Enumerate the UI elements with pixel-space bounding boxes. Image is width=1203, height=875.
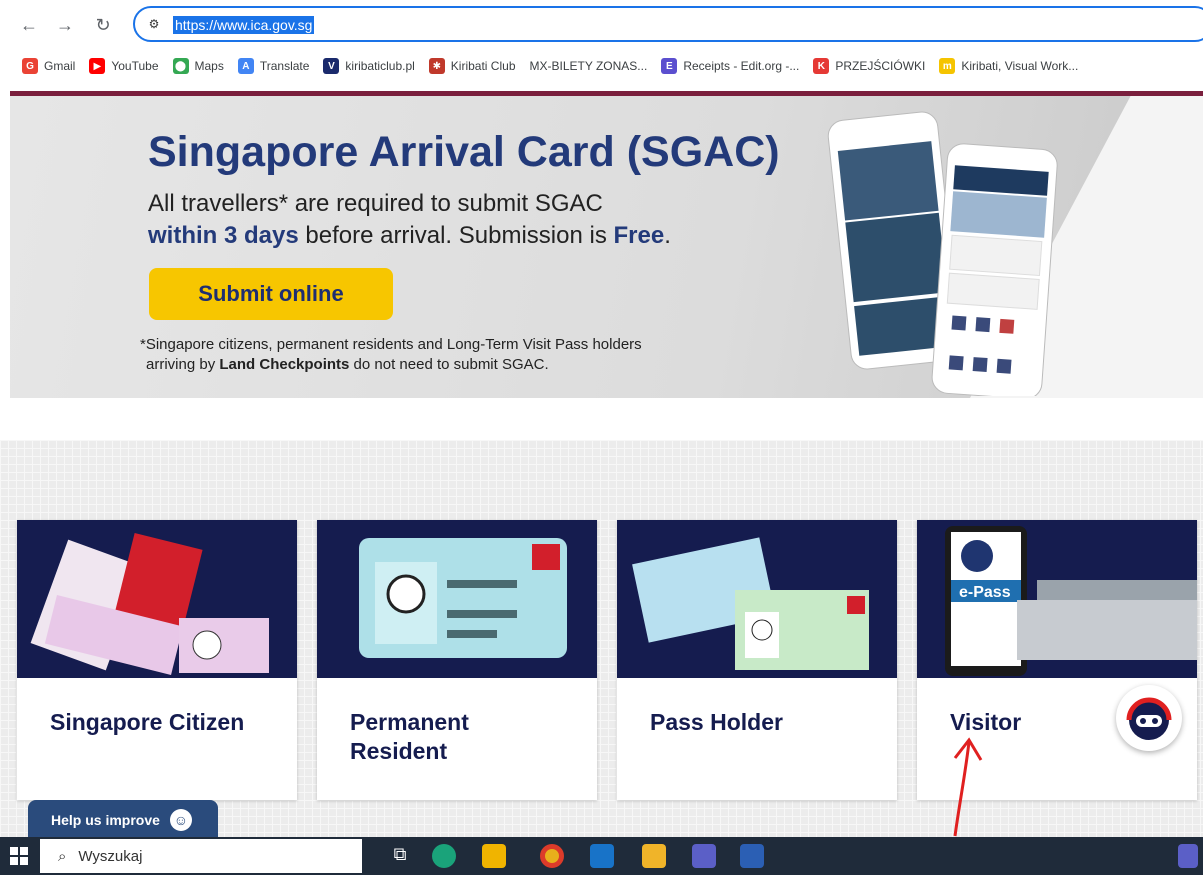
card-permanent-resident[interactable]: Permanent Resident xyxy=(317,520,597,800)
banner-title: Singapore Arrival Card (SGAC) xyxy=(148,128,780,176)
bookmark-label: Receipts - Edit.org -... xyxy=(683,59,800,73)
bookmark-label: kiribaticlub.pl xyxy=(345,59,415,73)
sgac-banner[interactable]: Singapore Arrival Card (SGAC) All travel… xyxy=(10,96,1203,398)
chrome-icon[interactable] xyxy=(540,844,564,868)
teams-tray-icon[interactable] xyxy=(1178,844,1198,868)
search-icon: ⌕ xyxy=(58,847,67,865)
ic-card-illustration xyxy=(317,520,597,678)
banner-footnote-line2: arriving by Land Checkpoints do not need… xyxy=(146,356,549,373)
bookmark-label: Kiribati Club xyxy=(450,59,516,73)
bookmark-label: Translate xyxy=(259,59,310,73)
file-explorer-icon[interactable] xyxy=(642,844,666,868)
bookmark-item[interactable]: MX-BILETY ZONAS... xyxy=(530,59,648,73)
card-singapore-citizen[interactable]: Singapore Citizen xyxy=(17,520,297,800)
card-title: Singapore Citizen xyxy=(50,709,245,735)
windows-taskbar: ⌕ Wyszukaj ⧉ xyxy=(0,837,1203,875)
banner-footnote: *Singapore citizens, permanent residents… xyxy=(140,336,642,353)
gmail-icon: G xyxy=(22,58,38,74)
kiribati-club-icon: ✱ xyxy=(428,58,445,74)
miro-icon: m xyxy=(939,58,956,74)
taskbar-search-input[interactable]: ⌕ Wyszukaj xyxy=(40,839,362,873)
bookmark-item[interactable]: K PRZEJŚCIÓWKI xyxy=(813,58,925,74)
edge-icon[interactable] xyxy=(432,844,456,868)
v-logo-icon: V xyxy=(323,58,340,74)
bookmarks-bar: G Gmail ▶ YouTube ⬤ Maps A Translate Vkiribaticl… xyxy=(0,46,1203,86)
k-logo-icon: K xyxy=(813,58,830,74)
windows-start-icon[interactable] xyxy=(10,847,28,865)
forward-arrow-icon[interactable]: → xyxy=(52,12,78,38)
bookmark-item[interactable]: G Gmail xyxy=(22,58,75,74)
youtube-icon: ▶ xyxy=(89,58,106,74)
card-title: Visitor xyxy=(950,709,1022,735)
submit-online-button[interactable]: Submit online xyxy=(149,268,393,320)
bookmark-item[interactable]: Vkiribaticlub.pl xyxy=(323,58,415,74)
help-us-improve-button[interactable]: Help us improve ☺ xyxy=(28,800,218,840)
banner-subtitle-line1: All travellers* are required to submit S… xyxy=(148,190,603,217)
bookmark-label: MX-BILETY ZONAS... xyxy=(529,59,648,73)
passport-illustration xyxy=(17,520,297,678)
bookmark-label: YouTube xyxy=(111,59,159,73)
word-icon[interactable] xyxy=(740,844,764,868)
robot-assistant-icon xyxy=(1126,697,1172,740)
pass-card-illustration xyxy=(617,520,897,678)
red-arrow-annotation xyxy=(953,737,983,837)
card-title: Permanent Resident xyxy=(350,709,469,764)
bookmark-item[interactable]: E Receipts - Edit.org -... xyxy=(661,58,799,74)
edit-org-icon: E xyxy=(661,58,678,74)
mobile-app-illustration xyxy=(827,111,1058,396)
back-arrow-icon[interactable]: ← xyxy=(16,12,42,38)
translate-icon: A xyxy=(237,58,254,74)
url-text[interactable]: https://www.ica.gov.sg xyxy=(173,16,315,34)
svg-text:e-Pass: e-Pass xyxy=(959,584,1011,601)
maps-icon: ⬤ xyxy=(172,58,189,74)
bookmark-item[interactable]: m Kiribati, Visual Work... xyxy=(939,58,1078,74)
bookmark-label: Kiribati, Visual Work... xyxy=(961,59,1079,73)
bookmark-label: Gmail xyxy=(44,59,76,73)
chatbot-button[interactable] xyxy=(1116,685,1182,751)
card-pass-holder[interactable]: Pass Holder xyxy=(617,520,897,800)
teams-icon[interactable] xyxy=(692,844,716,868)
card-title: Pass Holder xyxy=(650,709,783,735)
banner-subtitle-line2: within 3 days before arrival. Submission… xyxy=(148,222,671,249)
smiley-icon: ☺ xyxy=(169,809,192,831)
bookmark-item[interactable]: ▶ YouTube xyxy=(89,58,159,74)
bookmark-label: PRZEJŚCIÓWKI xyxy=(835,59,926,73)
reload-icon[interactable]: ↻ xyxy=(90,12,116,38)
e-pass-gate-illustration: e-Pass xyxy=(917,520,1197,678)
store-icon[interactable] xyxy=(482,844,506,868)
site-info-icon[interactable]: ⚙ xyxy=(145,15,163,33)
bookmark-label: Maps xyxy=(194,59,224,73)
address-bar[interactable]: ⚙ https://www.ica.gov.sg xyxy=(133,6,1203,42)
outlook-icon[interactable] xyxy=(590,844,614,868)
task-view-icon[interactable]: ⧉ xyxy=(388,844,412,868)
bookmark-item[interactable]: A Translate xyxy=(237,58,310,74)
bookmark-item[interactable]: ⬤ Maps xyxy=(172,58,224,74)
bookmark-item[interactable]: ✱ Kiribati Club xyxy=(428,58,516,74)
